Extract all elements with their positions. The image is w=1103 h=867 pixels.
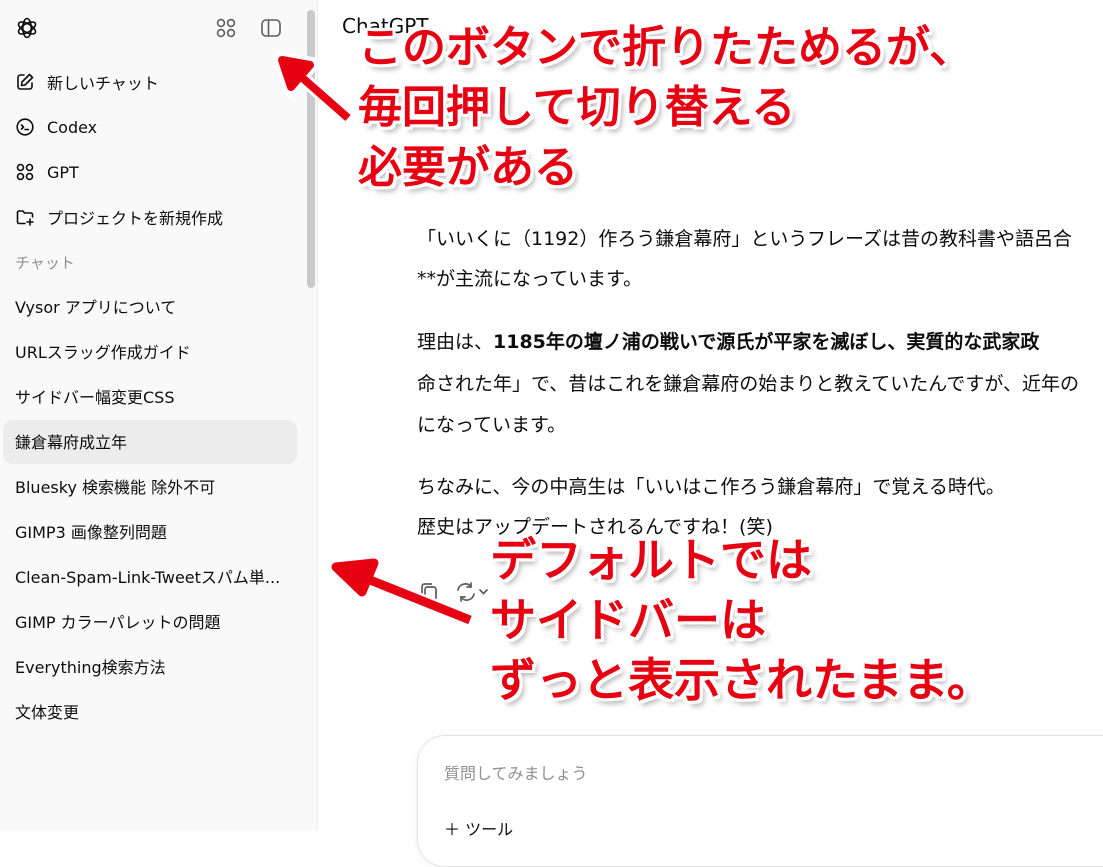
chat-list-item[interactable]: GIMP3 画像整列問題 [15, 521, 167, 545]
annotation-arrow-bottom [326, 553, 473, 627]
gpt-label: GPT [47, 162, 79, 182]
annotation-arrow-top [273, 51, 353, 124]
openai-logo-icon[interactable] [15, 16, 39, 40]
assistant-message-line: になっています。 [417, 414, 567, 436]
assistant-message-line: 理由は、1185年の壇ノ浦の戦いで源氏が平家を滅ぼし、実質的な武家政 [417, 322, 1039, 362]
chat-list-item[interactable]: サイドバー幅変更CSS [15, 386, 175, 410]
chat-list-item[interactable]: 文体変更 [15, 701, 79, 725]
chat-list-item[interactable]: Vysor アプリについて [15, 296, 176, 320]
new-chat-button[interactable]: 新しいチャット [15, 67, 159, 97]
annotation-line: 必要がある [358, 142, 578, 193]
chat-list-item[interactable]: URLスラッグ作成ガイド [15, 341, 191, 365]
assistant-message-line: 命された年」で、昔はこれを鎌倉幕府の始まりと教えていたんですが、近年の [417, 373, 1079, 395]
new-chat-label: 新しいチャット [47, 74, 159, 93]
chat-list-item[interactable]: Clean-Spam-Link-Tweetスパム単... [15, 566, 280, 590]
message-bold-text: 1185年の壇ノ浦の戦いで源氏が平家を滅ぼし、実質的な武家政 [493, 331, 1040, 353]
annotation-line: このボタンで折りたためるが、 [358, 22, 974, 73]
assistant-message-line: 「いいくに（1192）作ろう鎌倉幕府」というフレーズは昔の教科書や語呂合 [417, 228, 1073, 250]
new-project-button[interactable]: プロジェクトを新規作成 [15, 202, 223, 232]
tools-button[interactable]: ＋ ツール [444, 816, 513, 840]
codex-label: Codex [47, 117, 98, 137]
annotation-line: デフォルトでは [490, 533, 812, 587]
assistant-message-line: ちなみに、今の中高生は「いいはこ作ろう鎌倉幕府」で覚える時代。 [417, 476, 1005, 498]
annotation-line: サイドバーは [490, 593, 766, 647]
prompt-composer[interactable]: 質問してみましょう ＋ ツール [417, 735, 1103, 867]
chats-section-label: チャット [15, 254, 75, 272]
message-text: 理由は、 [417, 331, 494, 353]
gpt-nav-item[interactable]: GPT [15, 157, 79, 187]
codex-nav-item[interactable]: Codex [15, 112, 97, 142]
annotation-callout-top: このボタンで折りたためるが、 毎回押して切り替える 必要がある [358, 18, 973, 198]
chat-list-item[interactable]: GIMP カラーパレットの問題 [15, 611, 221, 635]
annotation-callout-bottom: デフォルトでは サイドバーは ずっと表示されたまま。 [490, 530, 993, 710]
prompt-input[interactable]: 質問してみましょう [444, 760, 588, 784]
edit-icon [17, 73, 34, 90]
new-project-label: プロジェクトを新規作成 [47, 209, 224, 228]
folder-plus-icon [16, 210, 34, 226]
chat-list-item-active[interactable]: 鎌倉幕府成立年 [15, 431, 127, 455]
apps-grid-icon[interactable] [215, 17, 237, 39]
chat-list-item[interactable]: Bluesky 検索機能 除外不可 [15, 476, 215, 500]
codex-icon [16, 118, 34, 136]
annotation-line: ずっと表示されたまま。 [490, 653, 993, 707]
assistant-message-line: **が主流になっています。 [417, 268, 643, 290]
chat-list-item[interactable]: Everything検索方法 [15, 656, 166, 680]
annotation-line: 毎回押して切り替える [358, 82, 796, 133]
sidebar-toggle-icon[interactable] [260, 17, 282, 39]
apps-grid-icon [16, 163, 34, 181]
